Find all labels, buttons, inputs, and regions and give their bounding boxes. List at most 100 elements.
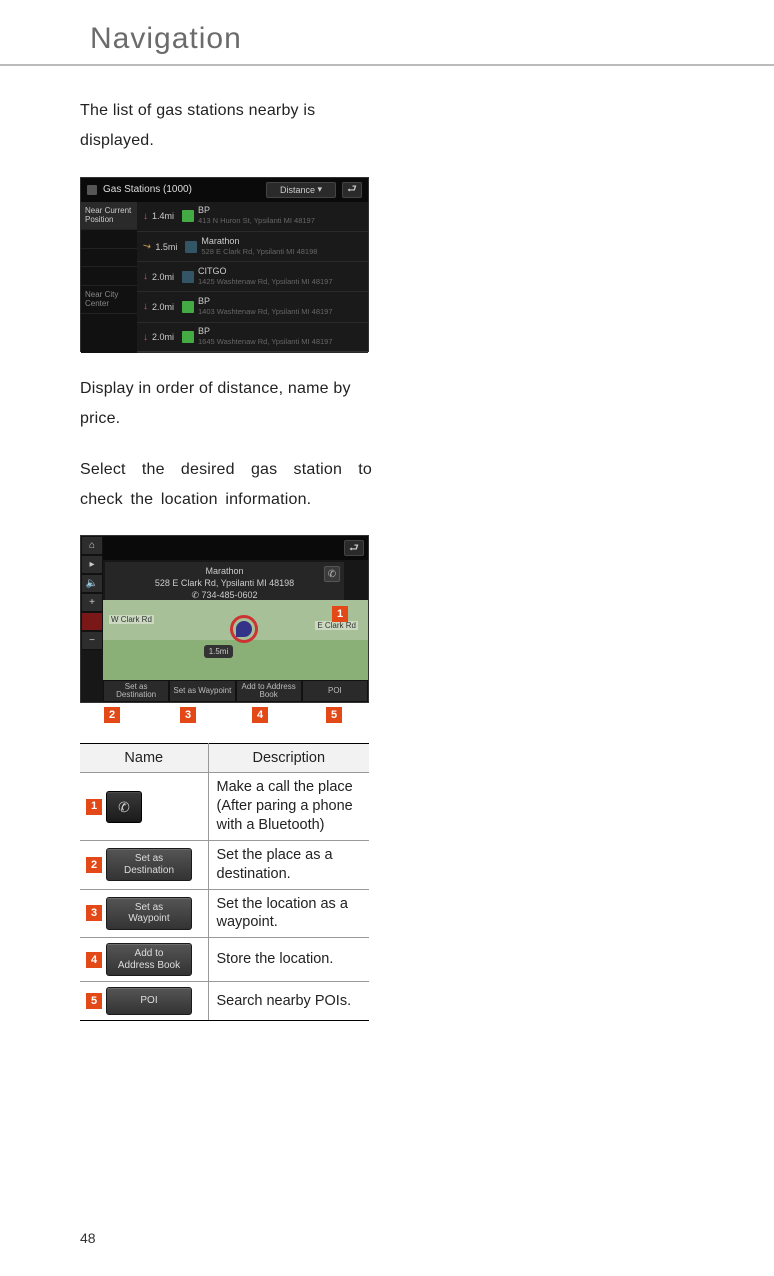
page-header: Navigation bbox=[0, 0, 774, 66]
table-row: 5 POI Search nearby POIs. bbox=[80, 982, 369, 1021]
callout-marker: 3 bbox=[180, 707, 196, 723]
zoom-out-button[interactable]: − bbox=[81, 631, 103, 650]
call-button[interactable]: ✆ bbox=[324, 566, 340, 582]
sidebar-blank[interactable] bbox=[81, 230, 137, 249]
list-item[interactable]: ↓ 2.0mi BP1403 Washtenaw Rd, Ypsilanti M… bbox=[137, 292, 368, 322]
sidebar-blank[interactable] bbox=[81, 249, 137, 268]
body-p3: Select the desired gas station to check … bbox=[80, 455, 372, 516]
distance-label: 2.0mi bbox=[152, 302, 178, 312]
phone-button-img: ✆ bbox=[106, 791, 142, 823]
callout-marker: 1 bbox=[86, 799, 102, 815]
callout-marker: 4 bbox=[86, 952, 102, 968]
add-address-book-button[interactable]: Add to Address Book bbox=[236, 680, 302, 702]
body-p2: Display in order of distance, name by pr… bbox=[80, 374, 372, 435]
legend-head-desc: Description bbox=[208, 744, 369, 773]
back-button[interactable]: ⮐ bbox=[342, 182, 362, 198]
list-item[interactable]: ↓ 2.0mi CITGO1425 Washtenaw Rd, Ypsilant… bbox=[137, 262, 368, 292]
screen2-bottom-buttons: Set as Destination Set as Waypoint Add t… bbox=[103, 680, 368, 702]
station-addr: 1425 Washtenaw Rd, Ypsilanti MI 48197 bbox=[198, 277, 333, 286]
sort-dropdown[interactable]: Distance ▾ bbox=[266, 182, 336, 198]
legend-desc: Make a call the place (After paring a ph… bbox=[208, 773, 369, 841]
direction-arrow-icon: ↓ bbox=[143, 211, 148, 222]
screen1-header: Gas Stations (1000) Distance ▾ ⮐ bbox=[81, 178, 368, 202]
road-label: W Clark Rd bbox=[109, 615, 154, 624]
legend-desc: Search nearby POIs. bbox=[208, 982, 369, 1021]
legend-desc: Set the place as a destination. bbox=[208, 840, 369, 889]
callout-marker: 5 bbox=[326, 707, 342, 723]
brand-logo-icon bbox=[182, 210, 194, 222]
station-addr: 413 N Huron St, Ypsilanti MI 48197 bbox=[198, 216, 315, 225]
road-label: E Clark Rd bbox=[315, 621, 358, 630]
menu-icon[interactable]: ▸ bbox=[81, 555, 103, 574]
gas-station-list-screen: Gas Stations (1000) Distance ▾ ⮐ Near Cu… bbox=[80, 177, 369, 352]
station-addr: 1645 Washtenaw Rd, Ypsilanti MI 48197 bbox=[198, 337, 333, 346]
set-waypoint-button[interactable]: Set as Waypoint bbox=[169, 680, 235, 702]
poi-button-img: POI bbox=[106, 987, 192, 1015]
content-column: The list of gas stations nearby is displ… bbox=[80, 96, 372, 1021]
callout-marker: 5 bbox=[86, 993, 102, 1009]
brand-logo-icon bbox=[185, 241, 197, 253]
station-list: ↓ 1.4mi BP413 N Huron St, Ypsilanti MI 4… bbox=[137, 202, 368, 353]
screen1-sidebar: Near Current Position Near City Center bbox=[81, 202, 137, 353]
sort-label: Distance bbox=[280, 185, 315, 195]
station-name: Marathon bbox=[201, 236, 239, 246]
list-item[interactable]: ↓ 1.4mi BP413 N Huron St, Ypsilanti MI 4… bbox=[137, 202, 368, 232]
distance-label: 1.4mi bbox=[152, 211, 178, 221]
home-icon[interactable]: ⌂ bbox=[81, 536, 103, 555]
table-row: 3 Set asWaypoint Set the location as a w… bbox=[80, 889, 369, 938]
distance-bubble: 1.5mi bbox=[204, 645, 234, 658]
list-item[interactable]: ↘ 1.5mi Marathon528 E Clark Rd, Ypsilant… bbox=[137, 232, 368, 262]
table-row: 2 Set asDestination Set the place as a d… bbox=[80, 840, 369, 889]
map-view[interactable]: W Clark Rd E Clark Rd 1.5mi bbox=[103, 600, 368, 680]
map-side-controls: ⌂ ▸ 🔈 + − bbox=[81, 536, 103, 702]
callout-marker: 2 bbox=[104, 707, 120, 723]
fuel-icon bbox=[87, 185, 97, 195]
distance-label: 2.0mi bbox=[152, 332, 178, 342]
station-name: BP bbox=[198, 296, 210, 306]
sidebar-near-current[interactable]: Near Current Position bbox=[81, 202, 137, 230]
direction-arrow-icon: ↘ bbox=[141, 240, 154, 254]
callout-row: 2 3 4 5 bbox=[80, 707, 372, 731]
station-addr: 1403 Washtenaw Rd, Ypsilanti MI 48197 bbox=[198, 307, 333, 316]
phone-icon: ✆ bbox=[328, 568, 336, 581]
poi-button[interactable]: POI bbox=[302, 680, 368, 702]
station-name: BP bbox=[198, 326, 210, 336]
place-address: 528 E Clark Rd, Ypsilanti MI 48198 bbox=[105, 578, 344, 590]
list-item[interactable]: ↓ 2.0mi BP1645 Washtenaw Rd, Ypsilanti M… bbox=[137, 323, 368, 353]
sidebar-blank[interactable] bbox=[81, 267, 137, 286]
screen1-title: Gas Stations (1000) bbox=[103, 184, 260, 195]
table-row: 1 ✆ Make a call the place (After paring … bbox=[80, 773, 369, 841]
body-p1: The list of gas stations nearby is displ… bbox=[80, 96, 372, 157]
callout-marker-1: 1 bbox=[332, 606, 348, 622]
location-detail-screen: ⮐ ⌂ ▸ 🔈 + − Marathon 528 E Clark Rd, Yps… bbox=[80, 535, 369, 703]
brand-logo-icon bbox=[182, 331, 194, 343]
set-destination-button-img: Set asDestination bbox=[106, 848, 192, 881]
zoom-in-button[interactable]: + bbox=[81, 593, 103, 612]
direction-arrow-icon: ↓ bbox=[143, 301, 148, 312]
volume-icon[interactable]: 🔈 bbox=[81, 574, 103, 593]
legend-head-name: Name bbox=[80, 744, 208, 773]
brand-logo-icon bbox=[182, 301, 194, 313]
callout-marker: 3 bbox=[86, 905, 102, 921]
set-waypoint-button-img: Set asWaypoint bbox=[106, 897, 192, 930]
map-pin-icon bbox=[230, 615, 258, 643]
direction-arrow-icon: ↓ bbox=[143, 332, 148, 343]
table-row: 4 Add toAddress Book Store the location. bbox=[80, 938, 369, 982]
scale-button[interactable] bbox=[81, 612, 103, 631]
brand-logo-icon bbox=[182, 271, 194, 283]
legend-desc: Set the location as a waypoint. bbox=[208, 889, 369, 938]
legend-table: Name Description 1 ✆ Make a call the pla… bbox=[80, 743, 369, 1020]
callout-marker: 2 bbox=[86, 857, 102, 873]
station-addr: 528 E Clark Rd, Ypsilanti MI 48198 bbox=[201, 247, 317, 256]
sidebar-near-city[interactable]: Near City Center bbox=[81, 286, 137, 314]
page-title: Navigation bbox=[90, 22, 774, 56]
station-name: BP bbox=[198, 205, 210, 215]
direction-arrow-icon: ↓ bbox=[143, 271, 148, 282]
distance-label: 1.5mi bbox=[155, 242, 181, 252]
back-button[interactable]: ⮐ bbox=[344, 540, 364, 556]
set-destination-button[interactable]: Set as Destination bbox=[103, 680, 169, 702]
distance-label: 2.0mi bbox=[152, 272, 178, 282]
place-name: Marathon bbox=[105, 566, 344, 578]
callout-marker: 4 bbox=[252, 707, 268, 723]
place-info-bar: Marathon 528 E Clark Rd, Ypsilanti MI 48… bbox=[105, 562, 344, 600]
